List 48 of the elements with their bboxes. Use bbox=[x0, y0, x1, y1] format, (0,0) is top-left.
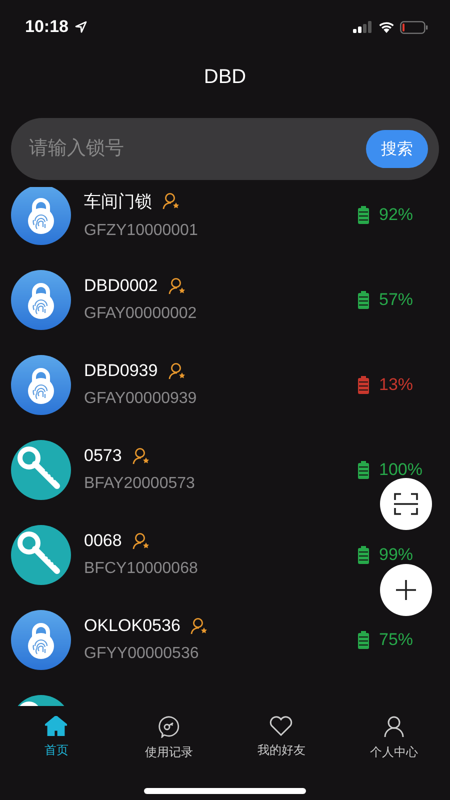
scan-button[interactable] bbox=[380, 478, 432, 530]
home-icon bbox=[45, 716, 68, 736]
padlock-avatar-icon bbox=[11, 610, 71, 670]
lock-name: 0573 bbox=[84, 446, 122, 466]
tab[interactable]: 我的好友 bbox=[225, 710, 338, 762]
lock-code: GFAY00000002 bbox=[84, 305, 198, 323]
lock-name: 0068 bbox=[84, 531, 122, 551]
lock-code: GFAY00000939 bbox=[84, 390, 198, 408]
padlock-avatar-icon bbox=[11, 354, 71, 414]
person-icon bbox=[384, 716, 404, 738]
lock-name: DBD0002 bbox=[84, 276, 158, 296]
padlock-avatar-icon bbox=[11, 270, 71, 330]
status-time: 10:18 bbox=[25, 17, 68, 37]
lock-code: BFAY20000573 bbox=[84, 475, 196, 493]
user-star-icon bbox=[132, 532, 150, 550]
location-arrow-icon bbox=[75, 21, 88, 33]
battery-percent: 13% bbox=[379, 374, 414, 394]
lock-code: GFZY10000001 bbox=[84, 222, 199, 240]
user-star-icon bbox=[162, 192, 180, 210]
battery-percent: 75% bbox=[379, 630, 414, 650]
battery-percent: 57% bbox=[379, 290, 414, 310]
battery-percent: 92% bbox=[379, 204, 414, 224]
plus-icon bbox=[396, 580, 416, 600]
user-star-icon bbox=[190, 617, 208, 635]
tab[interactable]: 个人中心 bbox=[338, 710, 450, 762]
key-chat-icon bbox=[158, 716, 180, 738]
padlock-avatar-icon bbox=[11, 187, 71, 244]
scan-icon bbox=[394, 493, 418, 515]
key-avatar-icon bbox=[11, 440, 71, 500]
tab[interactable]: 使用记录 bbox=[112, 710, 225, 762]
page-title: DBD bbox=[204, 66, 246, 90]
lock-name: DBD0939 bbox=[84, 361, 158, 381]
heart-icon bbox=[269, 716, 294, 736]
lock-code: BFCY10000068 bbox=[84, 560, 199, 578]
user-star-icon bbox=[168, 362, 186, 380]
tab[interactable]: 首页 bbox=[0, 710, 112, 762]
battery-icon bbox=[400, 20, 428, 34]
wifi-icon bbox=[378, 21, 395, 33]
signal-icon bbox=[353, 21, 373, 33]
user-star-icon bbox=[132, 447, 150, 465]
battery-percent: 100% bbox=[379, 460, 422, 480]
key-avatar-icon bbox=[11, 524, 71, 584]
battery-percent: 99% bbox=[379, 544, 414, 564]
user-star-icon bbox=[168, 277, 186, 295]
lock-name: OKLOK0536 bbox=[84, 616, 180, 636]
lock-name: 车间门锁 bbox=[84, 190, 152, 212]
add-button[interactable] bbox=[380, 564, 432, 616]
lock-code: GFYY00000536 bbox=[84, 645, 200, 663]
